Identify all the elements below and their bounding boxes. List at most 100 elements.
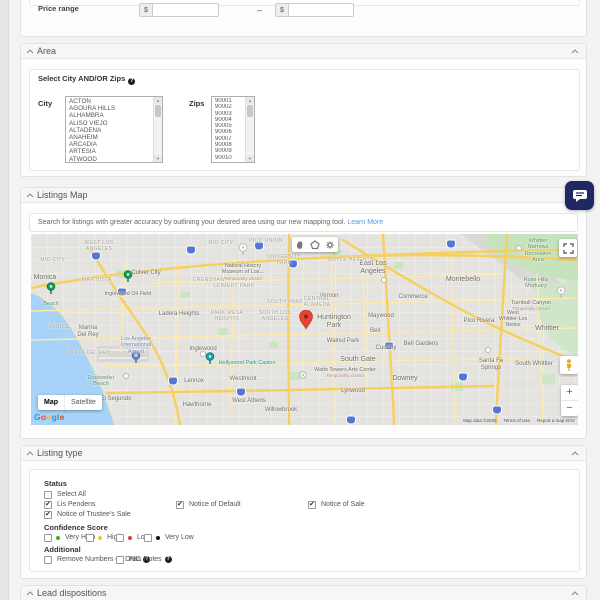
foreclosure-search-page: Price range $ – $ Area Select City AND/O… xyxy=(0,0,600,600)
mapping-tool-info-banner: Search for listings with greater accurac… xyxy=(29,213,578,232)
select-city-zips-text: Select City AND/OR Zips xyxy=(38,74,125,83)
zips-listbox[interactable]: 9000190002900039000490005900069000790008… xyxy=(211,96,255,163)
city-option-atwood[interactable]: ATWOOD xyxy=(66,156,154,163)
currency-prefix-icon: $ xyxy=(139,3,153,17)
listings-map-section-header[interactable]: Listings Map xyxy=(21,188,586,203)
zips-label: Zips xyxy=(189,99,204,108)
checkbox-label: Has Notes xyxy=(129,556,162,563)
city-option-alhambra[interactable]: ALHAMBRA xyxy=(66,112,154,119)
interstate-shield-icon xyxy=(169,378,177,385)
city-label: City xyxy=(38,99,52,108)
interstate-shield-icon xyxy=(92,253,100,260)
interstate-shield-icon xyxy=(385,343,393,350)
price-min-input[interactable] xyxy=(152,3,219,17)
street-view-pegman-button[interactable] xyxy=(560,356,578,374)
map-base-graphics xyxy=(31,234,578,425)
settings-gear-icon[interactable] xyxy=(323,237,338,252)
route-shield-icon xyxy=(381,277,387,283)
map-attribution: Map data ©2020 Terms of Use Report a map… xyxy=(463,418,575,423)
terms-of-use-link[interactable]: Terms of Use xyxy=(503,418,530,423)
city-listbox-scrollbar[interactable]: ▲▼ xyxy=(153,97,162,162)
city-option-agoura-hills[interactable]: AGOURA HILLS xyxy=(66,105,154,112)
chat-bubble-icon xyxy=(572,189,588,203)
scrollbar-thumb[interactable] xyxy=(155,105,161,117)
interstate-shield-icon xyxy=(255,243,263,250)
unchecked-checkbox-icon[interactable] xyxy=(116,556,124,564)
price-max-input[interactable] xyxy=(288,3,354,17)
route-shield-icon xyxy=(200,351,206,357)
zoom-out-button[interactable]: − xyxy=(561,400,578,416)
listings-map-panel: Listings Map Search for listings with gr… xyxy=(20,187,587,439)
interstate-shield-icon xyxy=(118,289,126,296)
city-option-acton[interactable]: ACTON xyxy=(66,98,154,105)
additional-options: Remove Numbers on DNCHas Notes xyxy=(21,446,586,578)
zoom-in-button[interactable]: + xyxy=(561,385,578,400)
map-zoom-control: + − xyxy=(561,385,578,416)
pegman-icon xyxy=(565,359,573,372)
google-logo-letter: e xyxy=(60,412,65,422)
scrollbar-thumb[interactable] xyxy=(247,105,253,117)
zips-listbox-scrollbar[interactable]: ▲▼ xyxy=(245,97,254,162)
select-city-zips-label: Select City AND/OR Zips xyxy=(38,74,135,85)
route-shield-icon xyxy=(516,245,522,251)
report-map-error-link[interactable]: Report a map error xyxy=(537,418,575,423)
collapse-chevron-icon xyxy=(26,591,34,596)
route-shield-icon xyxy=(123,373,129,379)
currency-prefix-icon: $ xyxy=(275,3,289,17)
area-section-header[interactable]: Area xyxy=(21,44,586,59)
map-type-control: Map Satellite xyxy=(38,395,102,410)
map-drawing-toolbar xyxy=(292,237,338,252)
listing-type-panel: Listing type Status Select AllLis Penden… xyxy=(20,445,587,579)
map-data-copyright: Map data ©2020 xyxy=(463,418,496,423)
unchecked-checkbox-icon[interactable] xyxy=(44,556,52,564)
lead-dispositions-section-title: Lead dispositions xyxy=(37,588,107,598)
area-panel: Area Select City AND/OR Zips City ACTONA… xyxy=(20,43,587,177)
mapping-tool-info-text: Search for listings with greater accurac… xyxy=(38,214,383,232)
route-shield-icon xyxy=(485,347,491,353)
collapse-chevron-icon xyxy=(26,193,34,198)
google-logo-letter: G xyxy=(34,412,41,422)
chat-widget-button[interactable] xyxy=(565,181,594,210)
scroll-down-icon[interactable]: ▼ xyxy=(246,155,254,162)
interstate-shield-icon xyxy=(493,407,501,414)
area-section-title: Area xyxy=(37,46,56,56)
map-view-button[interactable]: Map xyxy=(38,395,64,410)
collapse-chevron-icon xyxy=(26,49,34,54)
zip-option-90010[interactable]: 90010 xyxy=(212,155,246,161)
help-icon[interactable] xyxy=(165,556,172,563)
page-left-margin xyxy=(0,0,9,600)
listings-map-section-title: Listings Map xyxy=(37,190,88,200)
price-range-separator: – xyxy=(257,5,262,15)
scroll-down-icon[interactable]: ▼ xyxy=(154,155,162,162)
collapse-chevron-icon xyxy=(571,49,579,54)
interstate-shield-icon xyxy=(289,261,297,268)
price-range-panel: Price range $ – $ xyxy=(20,0,587,37)
price-range-label: Price range xyxy=(38,4,79,13)
city-option-arcadia[interactable]: ARCADIA xyxy=(66,141,154,148)
city-option-aliso-viejo[interactable]: ALISO VIEJO xyxy=(66,120,154,127)
pan-hand-icon[interactable] xyxy=(292,237,307,252)
scroll-up-icon[interactable]: ▲ xyxy=(246,97,254,104)
interstate-shield-icon xyxy=(347,417,355,424)
interstate-shield-icon xyxy=(459,374,467,381)
map-canvas[interactable]: ta MonicaCulver CityLadera HeightsInglew… xyxy=(31,234,578,425)
collapse-chevron-icon xyxy=(571,591,579,596)
checkbox-has-notes[interactable]: Has Notes xyxy=(116,555,172,564)
city-option-anaheim[interactable]: ANAHEIM xyxy=(66,134,154,141)
lead-dispositions-section-header[interactable]: Lead dispositions xyxy=(21,586,586,600)
scroll-up-icon[interactable]: ▲ xyxy=(154,97,162,104)
learn-more-link[interactable]: Learn More xyxy=(347,219,383,226)
interstate-shield-icon xyxy=(237,389,245,396)
google-logo[interactable]: Google xyxy=(34,412,65,422)
city-listbox[interactable]: ACTONAGOURA HILLSALHAMBRAALISO VIEJOALTA… xyxy=(65,96,163,163)
map-fullscreen-button[interactable] xyxy=(559,239,577,257)
city-option-artesia[interactable]: ARTESIA xyxy=(66,148,154,155)
help-icon[interactable] xyxy=(128,78,135,85)
interstate-shield-icon xyxy=(447,241,455,248)
lead-dispositions-panel: Lead dispositions xyxy=(20,585,587,600)
fullscreen-icon xyxy=(563,243,574,254)
city-option-altadena[interactable]: ALTADENA xyxy=(66,127,154,134)
interstate-shield-icon xyxy=(187,247,195,254)
draw-shape-icon[interactable] xyxy=(307,237,322,252)
satellite-view-button[interactable]: Satellite xyxy=(64,395,102,410)
